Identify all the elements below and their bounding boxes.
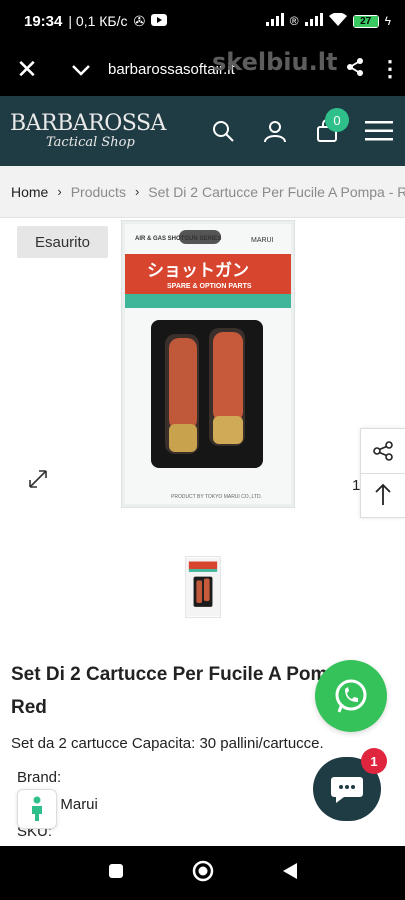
logo-subtitle: Tactical Shop xyxy=(46,135,135,150)
battery-level: 27 xyxy=(353,15,378,27)
search-icon[interactable] xyxy=(197,106,249,156)
share-icon[interactable] xyxy=(335,57,375,82)
close-icon[interactable]: ✕ xyxy=(0,54,54,85)
whatsapp-icon xyxy=(335,679,367,713)
brand-label: Brand: xyxy=(17,769,62,786)
registered-icon: ® xyxy=(289,14,299,28)
account-icon[interactable] xyxy=(249,106,301,156)
accessibility-button[interactable] xyxy=(17,789,57,829)
chat-icon xyxy=(331,777,363,803)
signal-icon xyxy=(265,13,284,29)
accessibility-icon xyxy=(32,796,42,821)
wifi-icon xyxy=(328,11,347,30)
logo-title: BARBAROSSA xyxy=(10,111,166,136)
breadcrumb-current: Set Di 2 Cartucce Per Fucile A Pompa - R… xyxy=(148,183,405,200)
youtube-icon xyxy=(151,13,168,29)
recent-apps-icon[interactable] xyxy=(108,863,124,884)
chevron-down-icon[interactable] xyxy=(54,56,108,82)
home-icon[interactable] xyxy=(192,860,214,887)
system-nav-bar xyxy=(0,846,405,900)
scroll-to-top-icon[interactable] xyxy=(361,472,405,518)
cart-icon[interactable]: 0 xyxy=(301,106,353,156)
expand-icon[interactable] xyxy=(27,468,49,495)
breadcrumb-products[interactable]: Products xyxy=(71,184,126,200)
cart-count-badge: 0 xyxy=(325,108,349,132)
status-bar: 19:34 | 0,1 КБ/с ✇ ® 27 ϟ xyxy=(0,0,405,42)
site-header: BARBAROSSA Tactical Shop 0 xyxy=(0,96,405,166)
whatsapp-button[interactable] xyxy=(315,660,387,732)
browser-toolbar: ✕ barbarossasoftair.it skelbiu.lt ⋮ xyxy=(0,42,405,96)
status-time: 19:34 xyxy=(24,12,63,30)
site-logo[interactable]: BARBAROSSA Tactical Shop xyxy=(10,111,166,150)
charging-icon: ϟ xyxy=(384,14,391,28)
more-options-icon[interactable]: ⋮ xyxy=(375,56,405,82)
chevron-right-icon: › xyxy=(134,184,140,199)
chat-unread-badge: 1 xyxy=(361,748,387,774)
product-thumbnail[interactable] xyxy=(185,556,221,618)
network-speed: | 0,1 КБ/с xyxy=(68,13,128,29)
package-katakana: ショットガン xyxy=(147,261,249,281)
breadcrumb: Home › Products › Set Di 2 Cartucce Per … xyxy=(0,166,405,218)
product-description: Set da 2 cartucce Capacita: 30 pallini/c… xyxy=(11,735,324,752)
package-subtitle: SPARE & OPTION PARTS xyxy=(167,283,252,290)
sold-out-badge: Esaurito xyxy=(17,226,108,258)
product-image[interactable]: AIR & GAS SHOTGUN SERIES MARUI ショットガン SP… xyxy=(121,220,295,508)
menu-icon[interactable] xyxy=(353,106,405,156)
battery-icon: 27 xyxy=(352,14,379,28)
package-footer-text: PRODUCT BY TOKYO MARUI CO.,LTD. xyxy=(171,494,262,500)
share-icon[interactable] xyxy=(361,429,405,473)
watermark: skelbiu.lt xyxy=(212,48,338,76)
side-toolbar xyxy=(360,428,405,518)
back-icon[interactable] xyxy=(282,862,298,885)
signal-2-icon xyxy=(304,13,323,29)
package-brand-text: MARUI xyxy=(251,237,274,244)
fan-icon: ✇ xyxy=(133,12,146,29)
breadcrumb-home[interactable]: Home xyxy=(11,184,48,200)
package-top-text: AIR & GAS SHOTGUN SERIES xyxy=(135,236,221,242)
chevron-right-icon: › xyxy=(57,184,62,199)
